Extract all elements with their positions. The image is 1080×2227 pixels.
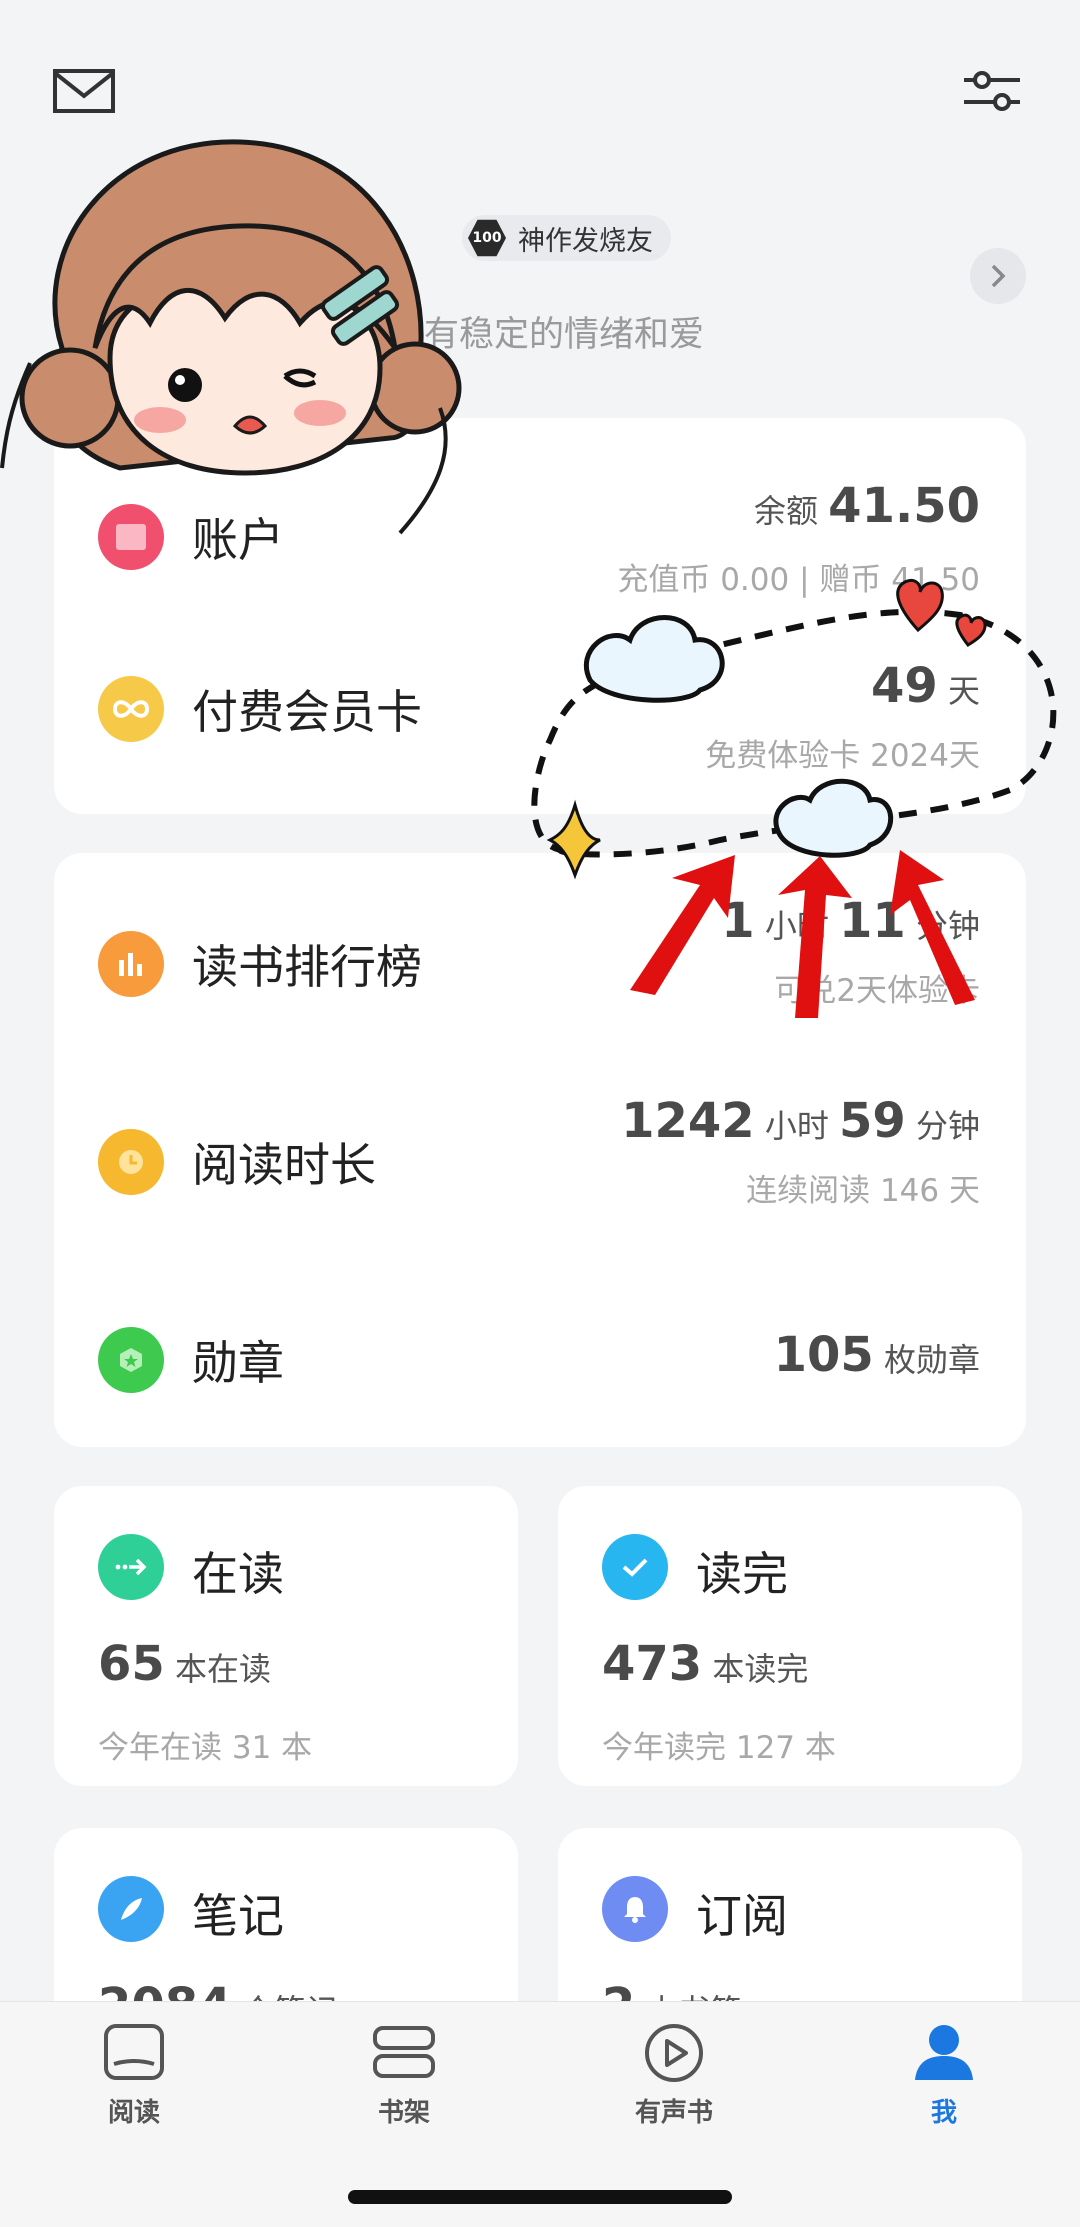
finished-count: 473 本读完 bbox=[602, 1636, 809, 1692]
account-balance: 余额 41.50 bbox=[753, 478, 980, 534]
ranking-label: 读书排行榜 bbox=[192, 940, 422, 994]
feather-icon bbox=[98, 1876, 164, 1942]
reading-this-year: 今年在读 31 本 bbox=[98, 1730, 313, 1766]
finished-label: 读完 bbox=[696, 1547, 788, 1601]
home-indicator[interactable] bbox=[348, 2190, 732, 2204]
reading-count: 65 本在读 bbox=[98, 1636, 271, 1692]
membership-days: 49 天 bbox=[871, 658, 980, 714]
level-title: 神作发烧友 bbox=[518, 225, 653, 257]
infinity-icon bbox=[98, 676, 164, 742]
finished-this-year: 今年读完 127 本 bbox=[602, 1730, 836, 1766]
checkmark-icon bbox=[602, 1534, 668, 1600]
reading-time-value: 1242 小时 59 分钟 bbox=[621, 1093, 980, 1149]
tab-audiobook[interactable]: 有声书 bbox=[584, 2022, 764, 2129]
membership-label: 付费会员卡 bbox=[192, 685, 422, 739]
reading-time-row[interactable]: 阅读时长 1242 小时 59 分钟 连续阅读 146 天 bbox=[54, 1093, 1026, 1233]
tab-shelf[interactable]: 书架 bbox=[314, 2022, 494, 2129]
reading-streak: 连续阅读 146 天 bbox=[746, 1173, 980, 1209]
ranking-time: 1 小时 11 分钟 bbox=[721, 893, 980, 949]
clock-icon bbox=[98, 1129, 164, 1195]
medal-icon bbox=[98, 1327, 164, 1393]
settings-sliders-icon[interactable] bbox=[962, 66, 1022, 116]
tab-me[interactable]: 我 bbox=[854, 2022, 1034, 2129]
finished-tile[interactable]: 读完 473 本读完 今年读完 127 本 bbox=[558, 1486, 1022, 1786]
ranking-row[interactable]: 读书排行榜 1 小时 11 分钟 可兑2天体验卡 bbox=[54, 893, 1026, 1033]
account-detail: 充值币 0.00 | 赠币 41.50 bbox=[617, 562, 980, 598]
arrow-right-icon bbox=[98, 1534, 164, 1600]
reading-tile[interactable]: 在读 65 本在读 今年在读 31 本 bbox=[54, 1486, 518, 1786]
subscribe-label: 订阅 bbox=[696, 1889, 788, 1943]
bell-icon bbox=[602, 1876, 668, 1942]
medal-count: 105 枚勋章 bbox=[773, 1327, 980, 1383]
membership-row[interactable]: 付费会员卡 49 天 免费体验卡 2024天 bbox=[54, 658, 1026, 778]
tab-read[interactable]: 阅读 bbox=[44, 2022, 224, 2129]
membership-trial: 免费体验卡 2024天 bbox=[705, 738, 980, 774]
bar-chart-icon bbox=[98, 931, 164, 997]
profile-chevron-right-icon[interactable] bbox=[970, 248, 1026, 304]
bookshelf-icon bbox=[373, 2026, 435, 2078]
level-badge[interactable]: 100 神作发烧友 bbox=[462, 215, 671, 261]
ranking-note: 可兑2天体验卡 bbox=[774, 973, 980, 1009]
cartoon-avatar[interactable] bbox=[0, 108, 480, 538]
stats-card: 读书排行榜 1 小时 11 分钟 可兑2天体验卡 阅读时长 1242 小时 59 bbox=[54, 853, 1026, 1447]
medal-row[interactable]: 勋章 105 枚勋章 bbox=[54, 1313, 1026, 1413]
medal-label: 勋章 bbox=[192, 1336, 284, 1390]
reading-label: 在读 bbox=[192, 1547, 284, 1601]
profile-page: 100 神作发烧友 有稳定的情绪和爱 账户 余额 41.50 充值币 0.00 … bbox=[0, 0, 1080, 2227]
book-open-icon bbox=[104, 2024, 164, 2080]
user-icon bbox=[915, 2025, 973, 2080]
play-circle-icon bbox=[645, 2024, 703, 2082]
reading-time-label: 阅读时长 bbox=[192, 1138, 376, 1192]
notes-label: 笔记 bbox=[192, 1889, 284, 1943]
